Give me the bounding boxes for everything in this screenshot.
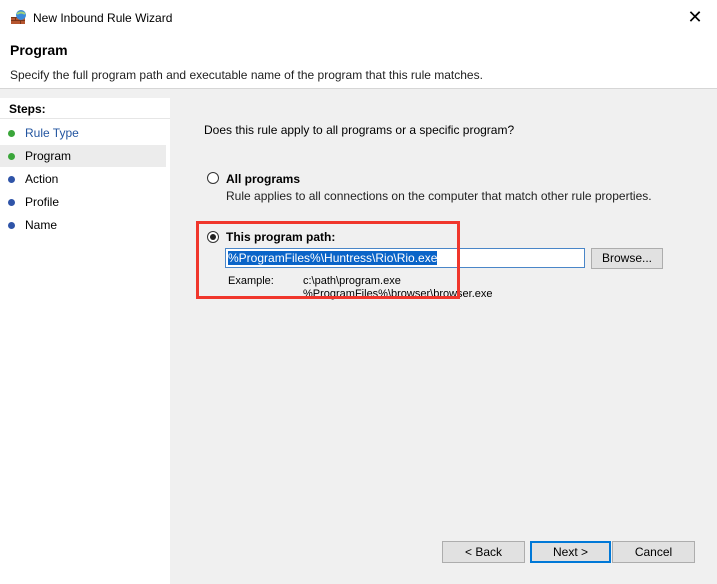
example-path-2: %ProgramFiles%\browser\browser.exe [303,288,493,300]
step-pending-icon [8,176,15,183]
cancel-button[interactable]: Cancel [612,541,695,563]
step-label: Action [25,172,59,186]
step-action: Action [0,168,166,190]
steps-panel: Steps: Rule Type Program Action Profile … [0,98,170,584]
example-path-1: c:\path\program.exe [303,275,401,287]
step-pending-icon [8,199,15,206]
step-label: Program [25,149,72,163]
question-text: Does this rule apply to all programs or … [204,123,515,137]
all-programs-radio[interactable] [207,172,219,184]
step-name: Name [0,214,166,236]
firewall-icon [11,10,26,24]
step-complete-icon [8,130,15,137]
step-label: Rule Type [25,126,79,140]
page-description: Specify the full program path and execut… [10,68,483,82]
program-path-radio[interactable] [207,231,219,243]
step-label: Name [25,218,58,232]
program-path-label[interactable]: This program path: [226,230,335,244]
program-path-input[interactable]: %ProgramFiles%\Huntress\Rio\Rio.exe [225,248,585,268]
browse-button[interactable]: Browse... [591,248,663,269]
all-programs-description: Rule applies to all connections on the c… [226,189,652,203]
step-program[interactable]: Program [0,145,166,167]
next-button[interactable]: Next > [530,541,611,563]
page-title: Program [10,42,68,58]
wizard-header: Program Specify the full program path an… [0,36,717,89]
wizard-content: Does this rule apply to all programs or … [171,98,717,584]
example-label: Example: [228,275,274,287]
close-icon: ✕ [687,6,703,27]
program-path-value: %ProgramFiles%\Huntress\Rio\Rio.exe [228,251,438,265]
title-bar: New Inbound Rule Wizard ✕ [0,0,717,36]
window-title: New Inbound Rule Wizard [33,11,173,25]
step-rule-type[interactable]: Rule Type [0,122,166,144]
steps-heading: Steps: [9,102,46,116]
step-profile: Profile [0,191,166,213]
step-pending-icon [8,222,15,229]
steps-divider [0,118,170,119]
back-button[interactable]: < Back [442,541,525,563]
close-button[interactable]: ✕ [673,0,717,34]
step-complete-icon [8,153,15,160]
all-programs-label[interactable]: All programs [226,172,300,186]
step-label: Profile [25,195,60,209]
